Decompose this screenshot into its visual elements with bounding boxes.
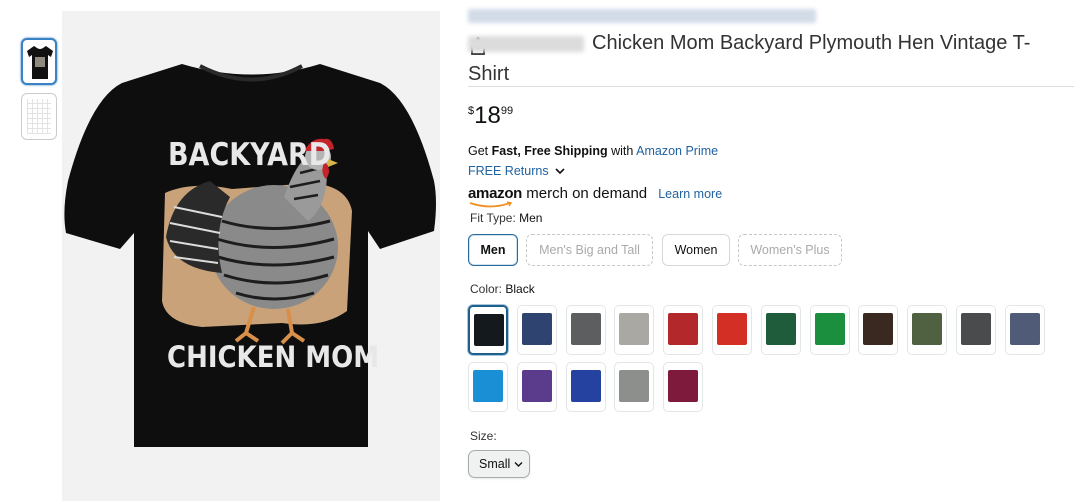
fit-option-men[interactable]: Men <box>468 234 518 266</box>
color-swatch-chip <box>668 313 699 345</box>
fit-type-selected-value: Men <box>519 211 543 225</box>
color-swatch-chip <box>473 370 503 402</box>
color-swatch[interactable] <box>516 362 557 412</box>
merch-on-demand-badge: amazon merch on demand Learn more <box>468 183 722 208</box>
color-swatch[interactable] <box>565 362 606 412</box>
color-swatch-chip <box>717 313 747 345</box>
free-returns-label: FREE Returns <box>468 164 549 178</box>
color-swatch-chip <box>961 313 991 345</box>
color-swatch[interactable] <box>663 362 704 412</box>
shipping-prefix: Get <box>468 144 492 158</box>
shipping-info: Get Fast, Free Shipping with Amazon Prim… <box>468 144 718 158</box>
color-swatch-chip <box>863 313 894 345</box>
price-fraction: 99 <box>500 105 514 117</box>
amazon-wordmark: amazon <box>468 185 523 202</box>
shirt-thumbnail-image <box>27 46 53 79</box>
color-swatch[interactable] <box>760 305 801 355</box>
color-swatch-chip <box>912 313 943 345</box>
shirt-print-bottom-text: CHICKEN MOM <box>167 340 379 375</box>
color-swatch-chip <box>1009 313 1040 345</box>
thumbnail-shirt-front[interactable] <box>21 38 57 85</box>
color-swatch[interactable] <box>712 305 752 355</box>
fit-type-label: Fit Type: Men <box>470 211 542 225</box>
color-label: Color: Black <box>470 282 535 296</box>
color-selected-value: Black <box>505 282 535 296</box>
shipping-bold: Fast, Free Shipping <box>491 144 608 158</box>
fit-option-mens-big-and-tall[interactable]: Men's Big and Tall <box>526 234 653 266</box>
fit-option-womens-plus[interactable]: Women's Plus <box>738 234 842 266</box>
shirt-print-top-text: BACKYARD <box>168 136 331 172</box>
main-product-image[interactable]: BACKYARD CHICKEN MOM <box>62 11 485 501</box>
thumbnail-list <box>21 38 57 148</box>
color-swatch-chip <box>474 314 504 346</box>
blurred-brand-link <box>468 9 816 23</box>
fit-type-label-text: Fit Type: <box>470 211 520 225</box>
color-swatch[interactable] <box>614 305 655 355</box>
color-swatch-chip <box>668 370 699 402</box>
title-divider <box>468 86 1074 87</box>
color-swatch-chip <box>619 370 650 402</box>
color-label-text: Color: <box>470 282 506 296</box>
shipping-middle: with <box>607 144 637 158</box>
color-swatch[interactable] <box>565 305 606 355</box>
color-swatch[interactable] <box>1004 305 1045 355</box>
color-swatch[interactable] <box>468 305 508 355</box>
price-whole: 18 <box>474 102 501 129</box>
color-swatch-chip <box>521 370 552 402</box>
color-swatch[interactable] <box>907 305 948 355</box>
learn-more-link[interactable]: Learn more <box>658 187 722 201</box>
color-swatch[interactable] <box>663 305 704 355</box>
tshirt-image: BACKYARD CHICKEN MOM <box>64 64 437 447</box>
color-swatch[interactable] <box>468 362 508 412</box>
free-returns-link[interactable]: FREE Returns <box>468 164 565 178</box>
chevron-down-icon <box>514 461 523 467</box>
color-swatch[interactable] <box>858 305 899 355</box>
color-swatch-chip <box>765 313 796 345</box>
merch-on-demand-text: merch on demand <box>522 185 648 202</box>
color-swatch-chip <box>619 313 650 345</box>
size-dropdown[interactable]: Small <box>468 450 530 478</box>
fit-option-women[interactable]: Women <box>662 234 730 266</box>
product-title-line1: Chicken Mom Backyard Plymouth Hen Vintag… <box>592 32 1031 54</box>
color-swatch-chip <box>521 313 552 345</box>
color-swatch[interactable] <box>516 305 557 355</box>
color-swatch-chip <box>570 370 601 402</box>
thumbnail-size-chart[interactable] <box>21 93 57 140</box>
amazon-smile-logo <box>469 201 513 208</box>
prime-link[interactable]: Amazon Prime <box>636 144 718 158</box>
color-swatch[interactable] <box>809 305 850 355</box>
size-label: Size: <box>470 429 497 443</box>
color-swatch-chip <box>570 313 601 345</box>
size-selected-value: Small <box>479 457 511 471</box>
color-swatch[interactable] <box>614 362 655 412</box>
color-swatch[interactable] <box>956 305 996 355</box>
chevron-down-icon <box>555 168 565 175</box>
size-chart-thumbnail-image <box>27 99 51 134</box>
color-swatch-chip <box>814 313 845 345</box>
blurred-title-prefix <box>468 36 584 52</box>
price-symbol: $ <box>468 105 475 117</box>
price: $1899 <box>468 102 513 130</box>
